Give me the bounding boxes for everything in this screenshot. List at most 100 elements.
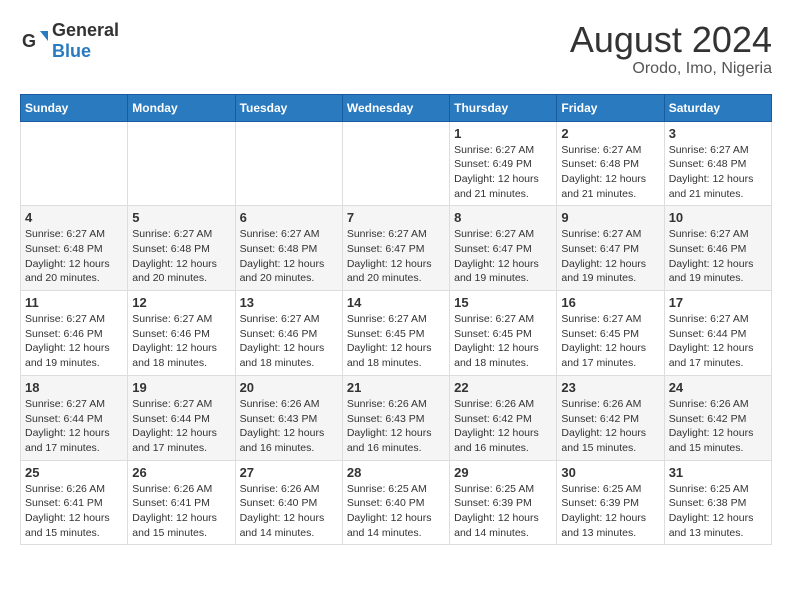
- header: G General Blue August 2024 Orodo, Imo, N…: [20, 20, 772, 78]
- day-number: 9: [561, 210, 659, 225]
- week-row-2: 4Sunrise: 6:27 AMSunset: 6:48 PMDaylight…: [21, 206, 772, 291]
- calendar-body: 1 Sunrise: 6:27 AMSunset: 6:49 PMDaylight…: [21, 121, 772, 545]
- week-row-1: 1 Sunrise: 6:27 AMSunset: 6:49 PMDaylight…: [21, 121, 772, 206]
- day-number: 23: [561, 380, 659, 395]
- calendar-cell: 26 Sunrise: 6:26 AMSunset: 6:41 PMDayligh…: [128, 460, 235, 545]
- calendar-cell: 19 Sunrise: 6:27 AMSunset: 6:44 PMDayligh…: [128, 375, 235, 460]
- day-info: Sunrise: 6:27 AMSunset: 6:46 PMDaylight:…: [240, 312, 338, 371]
- calendar-cell: 14 Sunrise: 6:27 AMSunset: 6:45 PMDayligh…: [342, 291, 449, 376]
- day-number: 15: [454, 295, 552, 310]
- day-info: Sunrise: 6:26 AMSunset: 6:41 PMDaylight:…: [132, 482, 230, 541]
- day-number: 10: [669, 210, 767, 225]
- day-number: 13: [240, 295, 338, 310]
- calendar-cell: 10Sunrise: 6:27 AMSunset: 6:46 PMDayligh…: [664, 206, 771, 291]
- calendar-cell: 25 Sunrise: 6:26 AMSunset: 6:41 PMDayligh…: [21, 460, 128, 545]
- calendar-cell: 9 Sunrise: 6:27 AMSunset: 6:47 PMDaylight…: [557, 206, 664, 291]
- main-title: August 2024: [570, 20, 772, 60]
- week-row-5: 25 Sunrise: 6:26 AMSunset: 6:41 PMDayligh…: [21, 460, 772, 545]
- day-number: 1: [454, 126, 552, 141]
- day-header-tuesday: Tuesday: [235, 94, 342, 121]
- day-number: 19: [132, 380, 230, 395]
- day-number: 12: [132, 295, 230, 310]
- day-info: Sunrise: 6:26 AMSunset: 6:40 PMDaylight:…: [240, 482, 338, 541]
- day-number: 26: [132, 465, 230, 480]
- calendar-cell: 20 Sunrise: 6:26 AMSunset: 6:43 PMDayligh…: [235, 375, 342, 460]
- svg-text:G: G: [22, 31, 36, 51]
- calendar-cell: 29Sunrise: 6:25 AMSunset: 6:39 PMDayligh…: [450, 460, 557, 545]
- logo-icon: G: [20, 27, 48, 55]
- day-info: Sunrise: 6:27 AMSunset: 6:47 PMDaylight:…: [454, 227, 552, 286]
- day-number: 2: [561, 126, 659, 141]
- day-number: 30: [561, 465, 659, 480]
- day-info: Sunrise: 6:27 AMSunset: 6:44 PMDaylight:…: [25, 397, 123, 456]
- day-info: Sunrise: 6:26 AMSunset: 6:43 PMDaylight:…: [347, 397, 445, 456]
- calendar-cell: 13 Sunrise: 6:27 AMSunset: 6:46 PMDayligh…: [235, 291, 342, 376]
- calendar-cell: 22Sunrise: 6:26 AMSunset: 6:42 PMDayligh…: [450, 375, 557, 460]
- calendar-cell: 15 Sunrise: 6:27 AMSunset: 6:45 PMDayligh…: [450, 291, 557, 376]
- calendar-cell: 6Sunrise: 6:27 AMSunset: 6:48 PMDaylight…: [235, 206, 342, 291]
- calendar-cell: 30 Sunrise: 6:25 AMSunset: 6:39 PMDayligh…: [557, 460, 664, 545]
- day-info: Sunrise: 6:26 AMSunset: 6:42 PMDaylight:…: [561, 397, 659, 456]
- calendar-cell: 18Sunrise: 6:27 AMSunset: 6:44 PMDayligh…: [21, 375, 128, 460]
- day-info: Sunrise: 6:25 AMSunset: 6:39 PMDaylight:…: [454, 482, 552, 541]
- day-number: 3: [669, 126, 767, 141]
- day-number: 24: [669, 380, 767, 395]
- day-info: Sunrise: 6:27 AMSunset: 6:46 PMDaylight:…: [132, 312, 230, 371]
- calendar-cell: [235, 121, 342, 206]
- day-info: Sunrise: 6:27 AMSunset: 6:49 PMDaylight:…: [454, 143, 552, 202]
- calendar-cell: 28 Sunrise: 6:25 AMSunset: 6:40 PMDayligh…: [342, 460, 449, 545]
- day-info: Sunrise: 6:27 AMSunset: 6:47 PMDaylight:…: [347, 227, 445, 286]
- day-number: 21: [347, 380, 445, 395]
- header-row: SundayMondayTuesdayWednesdayThursdayFrid…: [21, 94, 772, 121]
- day-number: 14: [347, 295, 445, 310]
- day-info: Sunrise: 6:25 AMSunset: 6:39 PMDaylight:…: [561, 482, 659, 541]
- day-info: Sunrise: 6:27 AMSunset: 6:45 PMDaylight:…: [454, 312, 552, 371]
- calendar-cell: 17Sunrise: 6:27 AMSunset: 6:44 PMDayligh…: [664, 291, 771, 376]
- logo-general: General: [52, 20, 119, 40]
- day-header-sunday: Sunday: [21, 94, 128, 121]
- day-info: Sunrise: 6:26 AMSunset: 6:41 PMDaylight:…: [25, 482, 123, 541]
- calendar-cell: 23 Sunrise: 6:26 AMSunset: 6:42 PMDayligh…: [557, 375, 664, 460]
- calendar-cell: 11Sunrise: 6:27 AMSunset: 6:46 PMDayligh…: [21, 291, 128, 376]
- calendar-cell: [342, 121, 449, 206]
- calendar-cell: 5Sunrise: 6:27 AMSunset: 6:48 PMDaylight…: [128, 206, 235, 291]
- calendar-cell: 12 Sunrise: 6:27 AMSunset: 6:46 PMDayligh…: [128, 291, 235, 376]
- day-number: 25: [25, 465, 123, 480]
- day-info: Sunrise: 6:25 AMSunset: 6:40 PMDaylight:…: [347, 482, 445, 541]
- day-number: 8: [454, 210, 552, 225]
- day-info: Sunrise: 6:27 AMSunset: 6:48 PMDaylight:…: [132, 227, 230, 286]
- day-info: Sunrise: 6:26 AMSunset: 6:42 PMDaylight:…: [669, 397, 767, 456]
- day-header-wednesday: Wednesday: [342, 94, 449, 121]
- calendar-table: SundayMondayTuesdayWednesdayThursdayFrid…: [20, 94, 772, 546]
- day-header-thursday: Thursday: [450, 94, 557, 121]
- calendar-cell: 31 Sunrise: 6:25 AMSunset: 6:38 PMDayligh…: [664, 460, 771, 545]
- day-info: Sunrise: 6:27 AMSunset: 6:44 PMDaylight:…: [669, 312, 767, 371]
- calendar-cell: 7 Sunrise: 6:27 AMSunset: 6:47 PMDaylight…: [342, 206, 449, 291]
- day-info: Sunrise: 6:27 AMSunset: 6:44 PMDaylight:…: [132, 397, 230, 456]
- calendar-cell: 24 Sunrise: 6:26 AMSunset: 6:42 PMDayligh…: [664, 375, 771, 460]
- day-number: 7: [347, 210, 445, 225]
- day-number: 27: [240, 465, 338, 480]
- day-info: Sunrise: 6:27 AMSunset: 6:45 PMDaylight:…: [561, 312, 659, 371]
- calendar-cell: 16Sunrise: 6:27 AMSunset: 6:45 PMDayligh…: [557, 291, 664, 376]
- day-number: 31: [669, 465, 767, 480]
- logo: G General Blue: [20, 20, 119, 62]
- title-area: August 2024 Orodo, Imo, Nigeria: [570, 20, 772, 78]
- week-row-3: 11 Sunrise: 6:27 AMSunset: 6:46 PMDayligh…: [21, 291, 772, 376]
- day-info: Sunrise: 6:25 AMSunset: 6:38 PMDaylight:…: [669, 482, 767, 541]
- calendar-cell: 3 Sunrise: 6:27 AMSunset: 6:48 PMDaylight…: [664, 121, 771, 206]
- day-info: Sunrise: 6:27 AMSunset: 6:48 PMDaylight:…: [669, 143, 767, 202]
- calendar-cell: 21 Sunrise: 6:26 AMSunset: 6:43 PMDayligh…: [342, 375, 449, 460]
- calendar-cell: 8 Sunrise: 6:27 AMSunset: 6:47 PMDaylight…: [450, 206, 557, 291]
- day-info: Sunrise: 6:26 AMSunset: 6:43 PMDaylight:…: [240, 397, 338, 456]
- day-info: Sunrise: 6:27 AMSunset: 6:48 PMDaylight:…: [25, 227, 123, 286]
- day-number: 28: [347, 465, 445, 480]
- calendar-cell: [128, 121, 235, 206]
- calendar-header: SundayMondayTuesdayWednesdayThursdayFrid…: [21, 94, 772, 121]
- day-info: Sunrise: 6:27 AMSunset: 6:47 PMDaylight:…: [561, 227, 659, 286]
- day-info: Sunrise: 6:27 AMSunset: 6:45 PMDaylight:…: [347, 312, 445, 371]
- day-number: 11: [25, 295, 123, 310]
- logo-text: General Blue: [52, 20, 119, 62]
- day-number: 20: [240, 380, 338, 395]
- day-info: Sunrise: 6:26 AMSunset: 6:42 PMDaylight:…: [454, 397, 552, 456]
